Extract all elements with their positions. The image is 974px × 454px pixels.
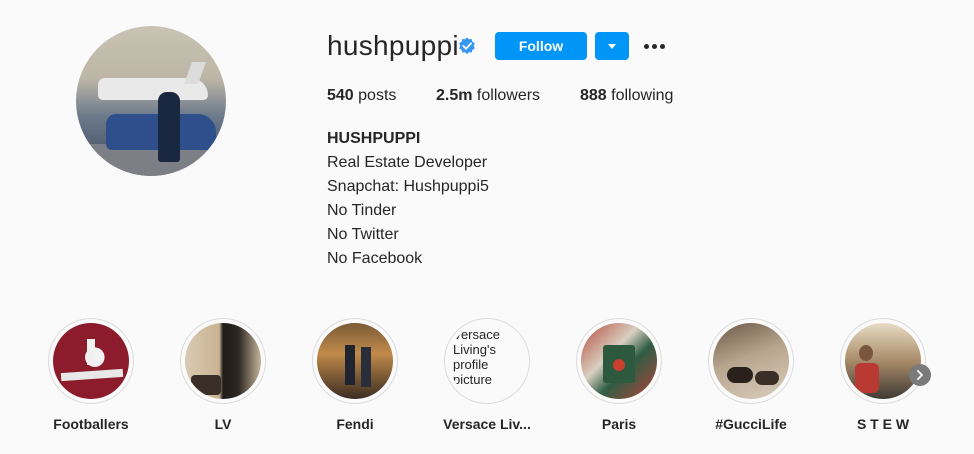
image-alt-text: Versace Living's profile picture: [453, 327, 500, 387]
broken-image: Versace Living's profile picture: [449, 323, 525, 399]
highlight-label: S T E W: [856, 416, 910, 432]
shoes-image: [713, 323, 789, 399]
highlight-label: Versace Liv...: [443, 416, 531, 432]
highlight-label: #GucciLife: [715, 416, 787, 432]
highlight-ring: [312, 318, 398, 404]
highlight-label: LV: [214, 416, 232, 432]
avatar-jet-tail: [183, 62, 207, 84]
highlight-fendi[interactable]: Fendi: [311, 318, 399, 432]
followers-stat[interactable]: 2.5m followers: [436, 87, 540, 105]
highlight-guccilife[interactable]: #GucciLife: [707, 318, 795, 432]
gift-box-image: [581, 323, 657, 399]
highlight-ring: [840, 318, 926, 404]
highlight-label: Footballers: [53, 416, 129, 432]
highlight-paris[interactable]: Paris: [575, 318, 663, 432]
bio-line: Real Estate Developer: [327, 154, 488, 171]
following-label: following: [611, 87, 674, 104]
dot-icon: [651, 43, 657, 49]
bio-line: No Facebook: [327, 250, 423, 267]
more-options-button[interactable]: [641, 34, 667, 58]
highlight-ring: [708, 318, 794, 404]
highlight-ring: [576, 318, 662, 404]
follow-button[interactable]: Follow: [495, 32, 587, 60]
highlight-footballers[interactable]: Footballers: [47, 318, 135, 432]
following-stat[interactable]: 888 following: [580, 87, 673, 105]
store-image: [317, 323, 393, 399]
interior-image: [185, 323, 261, 399]
chevron-right-icon: [917, 370, 923, 380]
profile-username: hushpuppi: [327, 30, 459, 61]
posts-count: 540: [327, 87, 354, 104]
highlight-ring: [180, 318, 266, 404]
highlights-next-button[interactable]: [909, 364, 931, 386]
bio-line: Snapchat: Hushpuppi5: [327, 178, 489, 195]
posts-label: posts: [358, 87, 397, 104]
bio-name: HUSHPUPPI: [327, 130, 421, 147]
highlight-ring: Versace Living's profile picture: [444, 318, 530, 404]
suggested-dropdown-button[interactable]: [595, 32, 629, 60]
jersey-image: [53, 323, 129, 399]
followers-count: 2.5m: [436, 87, 473, 104]
highlight-versace-living[interactable]: Versace Living's profile picture Versace…: [443, 318, 531, 432]
highlight-label: Fendi: [336, 416, 374, 432]
highlight-lv[interactable]: LV: [179, 318, 267, 432]
street-image: [845, 323, 921, 399]
caret-down-icon: [608, 43, 616, 49]
highlight-ring: [48, 318, 134, 404]
dot-icon: [643, 43, 649, 49]
avatar-person: [158, 92, 180, 162]
following-count: 888: [580, 87, 607, 104]
dot-icon: [659, 43, 665, 49]
bio-line: No Tinder: [327, 202, 397, 219]
bio-line: No Twitter: [327, 226, 399, 243]
posts-stat: 540 posts: [327, 87, 396, 105]
profile-bio: HUSHPUPPI Real Estate Developer Snapchat…: [327, 127, 489, 271]
followers-label: followers: [476, 87, 541, 104]
verified-badge-icon: [459, 37, 475, 55]
highlight-label: Paris: [601, 416, 637, 432]
profile-avatar[interactable]: [76, 26, 226, 176]
